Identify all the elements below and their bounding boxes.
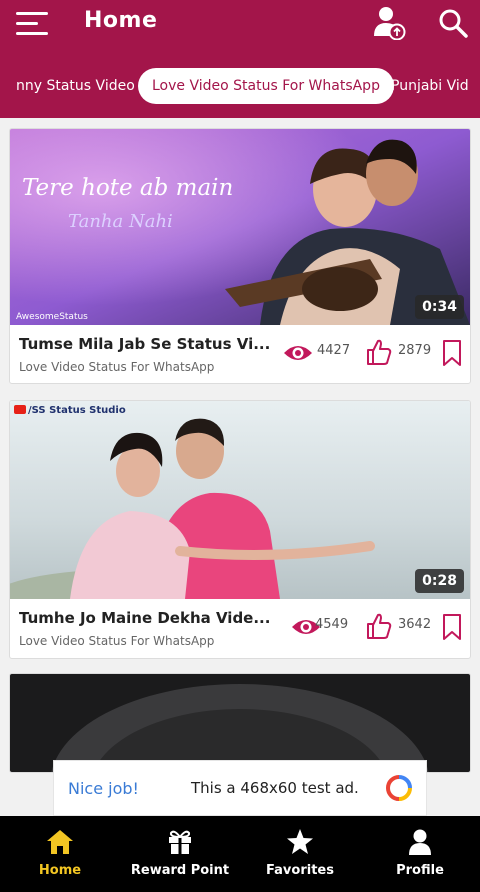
thumbnail-image	[10, 401, 470, 599]
search-icon[interactable]	[438, 8, 468, 38]
nav-label: Home	[38, 863, 82, 878]
watermark: AwesomeStatus	[16, 312, 88, 322]
home-icon	[47, 830, 73, 854]
app-bar: Home nny Status Video Love Video Status …	[0, 0, 480, 118]
like-count: 3642	[398, 617, 432, 632]
nav-home[interactable]: Home	[20, 816, 100, 892]
page-title: Home	[84, 8, 158, 33]
star-icon	[287, 829, 313, 854]
tab-love-video-status[interactable]: Love Video Status For WhatsApp	[138, 68, 394, 104]
eye-icon	[284, 346, 312, 360]
video-title[interactable]: Tumhe Jo Maine Dekha Vide...	[19, 609, 274, 627]
duration-badge: 0:34	[415, 295, 464, 319]
like-icon[interactable]	[366, 612, 392, 640]
video-thumbnail[interactable]: /SS Status Studio 0:28	[10, 401, 470, 599]
video-thumbnail[interactable]	[10, 674, 470, 772]
duration-badge: 0:28	[415, 569, 464, 593]
youtube-icon	[14, 405, 26, 414]
like-count: 2879	[398, 343, 432, 358]
gift-icon	[169, 830, 191, 854]
bookmark-icon[interactable]	[442, 339, 462, 367]
ad-network-icon	[386, 775, 412, 801]
channel-watermark: /SS Status Studio	[14, 405, 126, 416]
overlay-lyric-line-1: Tere hote ab main	[22, 175, 234, 201]
view-count: 4549	[315, 617, 349, 632]
video-title[interactable]: Tumse Mila Jab Se Status Vi...	[19, 335, 274, 353]
overlay-lyric-line-2: Tanha Nahi	[68, 211, 173, 232]
video-meta: Tumse Mila Jab Se Status Vi... Love Vide…	[10, 325, 470, 383]
category-tabs: nny Status Video Love Video Status For W…	[0, 68, 480, 104]
nav-label: Reward Point	[130, 863, 230, 878]
nav-label: Favorites	[266, 863, 334, 878]
video-category: Love Video Status For WhatsApp	[19, 360, 215, 374]
thumbnail-image	[10, 674, 470, 772]
video-card[interactable]: Tere hote ab main Tanha Nahi AwesomeStat…	[9, 128, 471, 384]
video-category: Love Video Status For WhatsApp	[19, 634, 215, 648]
ad-banner[interactable]: Nice job! This a 468x60 test ad.	[53, 760, 427, 816]
nav-favorites[interactable]: Favorites	[255, 816, 345, 892]
nav-reward-point[interactable]: Reward Point	[125, 816, 235, 892]
user-share-icon[interactable]	[374, 6, 406, 40]
nav-profile[interactable]: Profile	[380, 816, 460, 892]
nav-label: Profile	[396, 863, 444, 878]
like-icon[interactable]	[366, 338, 392, 366]
tab-funny-status[interactable]: nny Status Video	[16, 68, 135, 104]
bookmark-icon[interactable]	[442, 613, 462, 641]
video-card[interactable]	[9, 673, 471, 773]
ad-text: This a 468x60 test ad.	[191, 779, 359, 797]
video-meta: Tumhe Jo Maine Dekha Vide... Love Video …	[10, 599, 470, 658]
video-card[interactable]: /SS Status Studio 0:28 Tumhe Jo Maine De…	[9, 400, 471, 659]
bottom-navigation: Home Reward Point Favorites Profile	[0, 816, 480, 892]
video-thumbnail[interactable]: Tere hote ab main Tanha Nahi AwesomeStat…	[10, 129, 470, 325]
person-icon	[409, 829, 431, 855]
view-count: 4427	[317, 343, 351, 358]
tab-punjabi-video[interactable]: Punjabi Vid	[391, 68, 469, 104]
ad-label: Nice job!	[68, 779, 139, 798]
menu-icon[interactable]	[14, 10, 50, 38]
